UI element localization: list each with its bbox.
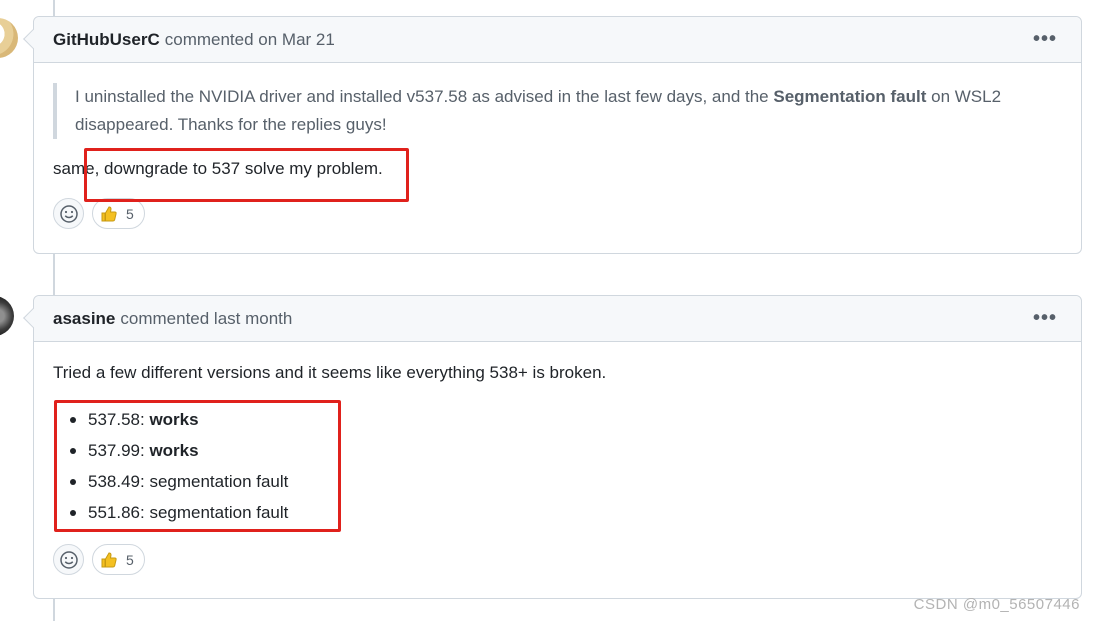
add-reaction-button[interactable] [53,544,84,575]
timeline-line [53,254,55,296]
avatar[interactable] [0,296,14,336]
smiley-icon [59,204,78,223]
avatar[interactable] [0,18,18,58]
watermark: CSDN @m0_56507446 [913,596,1080,613]
kebab-horizontal-icon[interactable]: ••• [1033,307,1057,330]
comment-header: GitHubUserC commented on Mar 21 ••• [34,17,1081,63]
highlight-box [54,400,341,532]
smiley-icon [59,550,78,569]
thumbs-up-reaction[interactable]: 5 [92,544,145,575]
thumbs-up-reaction[interactable]: 5 [92,198,145,229]
comment-author[interactable]: asasine [53,309,115,329]
reaction-count: 5 [126,551,134,568]
timeline-line [53,598,55,621]
thumbs-up-icon [101,551,117,567]
quote-text: I uninstalled the NVIDIA driver and inst… [75,87,774,106]
highlight-box [84,148,409,202]
quote-block: I uninstalled the NVIDIA driver and inst… [53,83,1062,139]
comment-timestamp[interactable]: commented on Mar 21 [165,30,335,50]
comment-text: Tried a few different versions and it se… [53,363,607,382]
thumbs-up-icon [101,205,117,221]
reactions-bar: 5 [53,544,1062,575]
comment: asasine commented last month ••• Tried a… [23,295,1082,599]
comment: GitHubUserC commented on Mar 21 ••• I un… [23,16,1082,254]
comment-header: asasine commented last month ••• [34,296,1081,342]
quote-bold-text: Segmentation fault [773,87,927,106]
comment-timestamp[interactable]: commented last month [120,309,292,329]
add-reaction-button[interactable] [53,198,84,229]
reaction-count: 5 [126,205,134,222]
comment-author[interactable]: GitHubUserC [53,30,160,50]
kebab-horizontal-icon[interactable]: ••• [1033,28,1057,51]
reactions-bar: 5 [53,198,1062,229]
